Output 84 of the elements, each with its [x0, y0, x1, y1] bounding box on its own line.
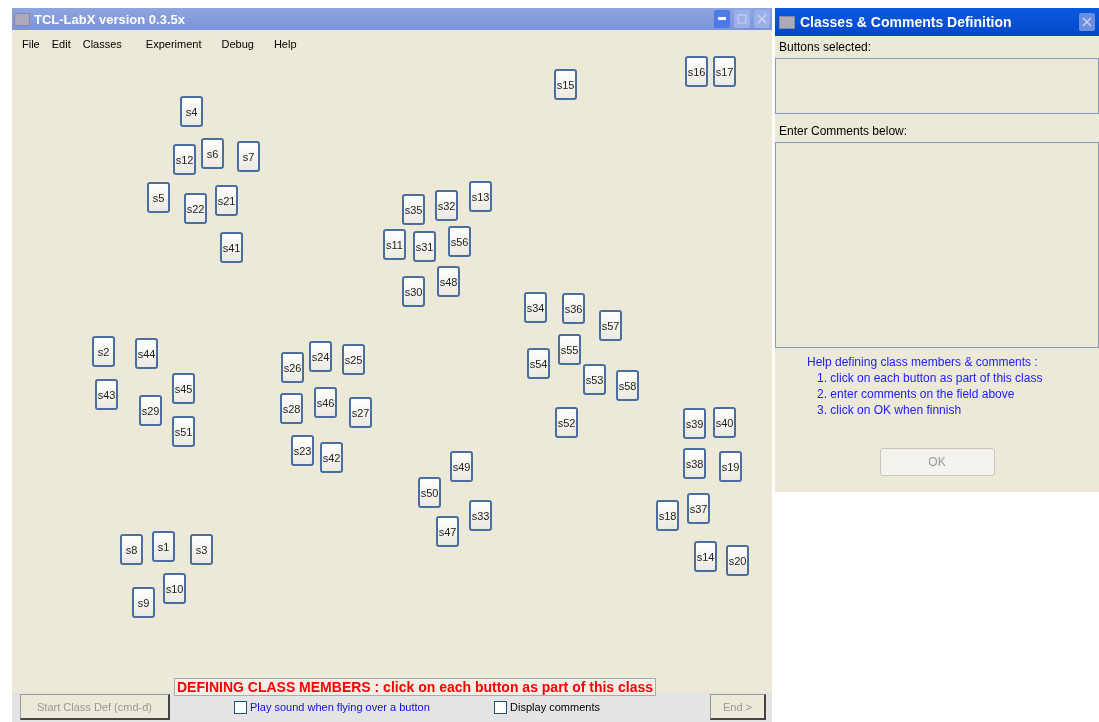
canvas-button[interactable]: s53 — [583, 364, 606, 395]
close-icon[interactable] — [1079, 13, 1095, 31]
canvas-button[interactable]: s50 — [418, 477, 441, 508]
canvas-button[interactable]: s58 — [616, 370, 639, 401]
checkbox-label[interactable]: Display comments — [494, 700, 600, 714]
help-step: 3. click on OK when finnish — [807, 402, 1099, 418]
app-icon — [779, 15, 795, 29]
canvas-button[interactable]: s39 — [683, 408, 706, 439]
canvas-button[interactable]: s45 — [172, 373, 195, 404]
checkbox[interactable] — [494, 700, 508, 714]
canvas-button[interactable]: s24 — [309, 341, 332, 372]
canvas-button[interactable]: s27 — [349, 397, 372, 428]
canvas-button[interactable]: s9 — [132, 587, 155, 618]
canvas-button[interactable]: s49 — [450, 451, 473, 482]
menu-item[interactable]: Edit — [45, 38, 77, 50]
canvas-button[interactable]: s38 — [683, 448, 706, 479]
canvas-button[interactable]: s23 — [291, 435, 314, 466]
canvas-button[interactable]: s32 — [435, 190, 458, 221]
canvas-button[interactable]: s42 — [320, 442, 343, 473]
canvas-button[interactable]: s48 — [437, 266, 460, 297]
selected-buttons-field[interactable] — [775, 58, 1099, 114]
canvas-button[interactable]: s56 — [448, 226, 471, 257]
canvas-button[interactable]: s47 — [436, 516, 459, 547]
field-label: Enter Comments below: — [778, 123, 909, 140]
canvas-button[interactable]: s12 — [173, 144, 196, 175]
help-step: 2. enter comments on the field above — [807, 386, 1099, 402]
canvas-button[interactable]: s15 — [554, 69, 577, 100]
canvas-button[interactable]: s19 — [719, 451, 742, 482]
canvas-button[interactable]: s3 — [190, 534, 213, 565]
canvas-button[interactable]: s4 — [180, 96, 203, 127]
canvas-button[interactable]: s28 — [280, 393, 303, 424]
checkbox[interactable] — [234, 700, 247, 714]
canvas-button[interactable]: s44 — [135, 338, 158, 369]
canvas-button[interactable]: s20 — [726, 545, 749, 576]
checkbox-label[interactable]: Play sound when flying over a button — [234, 700, 430, 714]
close-icon[interactable] — [754, 10, 770, 28]
help-title: Help defining class members & comments : — [807, 354, 1039, 370]
menu-item[interactable]: Classes — [76, 38, 128, 50]
canvas-button[interactable]: s35 — [402, 194, 425, 225]
window-title: Classes & Comments Definition — [800, 14, 1013, 30]
canvas-button[interactable]: s51 — [172, 416, 195, 447]
canvas-button[interactable]: s8 — [120, 534, 143, 565]
menu-item[interactable]: File — [16, 38, 46, 50]
canvas-button[interactable]: s18 — [656, 500, 679, 531]
canvas-button[interactable]: s10 — [163, 573, 186, 604]
canvas-button[interactable]: s25 — [342, 344, 365, 375]
canvas-button[interactable]: s46 — [314, 387, 337, 418]
canvas-button[interactable]: s16 — [685, 56, 708, 87]
canvas-button[interactable]: s21 — [215, 185, 238, 216]
menu-item[interactable]: Experiment — [139, 38, 208, 50]
canvas-button[interactable]: s31 — [413, 231, 436, 262]
canvas-button[interactable]: s11 — [383, 229, 406, 260]
window-title: TCL-LabX version 0.3.5x — [34, 11, 186, 27]
canvas-button[interactable]: s2 — [92, 336, 115, 367]
canvas-button[interactable]: s1 — [152, 531, 175, 562]
canvas-button[interactable]: s26 — [281, 352, 304, 383]
help-step: 1. click on each button as part of this class — [807, 370, 1099, 386]
minimize-icon[interactable] — [714, 10, 730, 28]
canvas-button[interactable]: s5 — [147, 182, 170, 213]
canvas-button[interactable]: s36 — [562, 293, 585, 324]
canvas-button[interactable]: s33 — [469, 500, 492, 531]
field-label: Buttons selected: — [778, 39, 873, 56]
menu-item[interactable]: Help — [267, 38, 303, 50]
comments-field[interactable] — [775, 142, 1099, 348]
canvas-button[interactable]: s7 — [237, 141, 260, 172]
app-icon — [14, 12, 30, 26]
canvas-button[interactable]: s37 — [687, 493, 710, 524]
canvas-button[interactable]: s41 — [220, 232, 243, 263]
canvas-button[interactable]: s30 — [402, 276, 425, 307]
status-message: DEFINING CLASS MEMBERS : click on each button as part of this class — [174, 678, 657, 696]
canvas-button[interactable]: s14 — [694, 541, 717, 572]
canvas-button[interactable]: s34 — [524, 292, 547, 323]
canvas-button[interactable]: s13 — [469, 181, 492, 212]
canvas-button[interactable]: s29 — [139, 395, 162, 426]
canvas-button[interactable]: s43 — [95, 379, 118, 410]
canvas-button[interactable]: s57 — [599, 310, 622, 341]
canvas-button[interactable]: s55 — [558, 334, 581, 365]
canvas-button[interactable]: s52 — [555, 407, 578, 438]
canvas-button[interactable]: s17 — [713, 56, 736, 87]
canvas-button[interactable]: s54 — [527, 348, 550, 379]
canvas-button[interactable]: s6 — [201, 138, 224, 169]
canvas-button[interactable]: s22 — [184, 193, 207, 224]
canvas-button[interactable]: s40 — [713, 407, 736, 438]
menu-item[interactable]: Debug — [215, 38, 260, 50]
